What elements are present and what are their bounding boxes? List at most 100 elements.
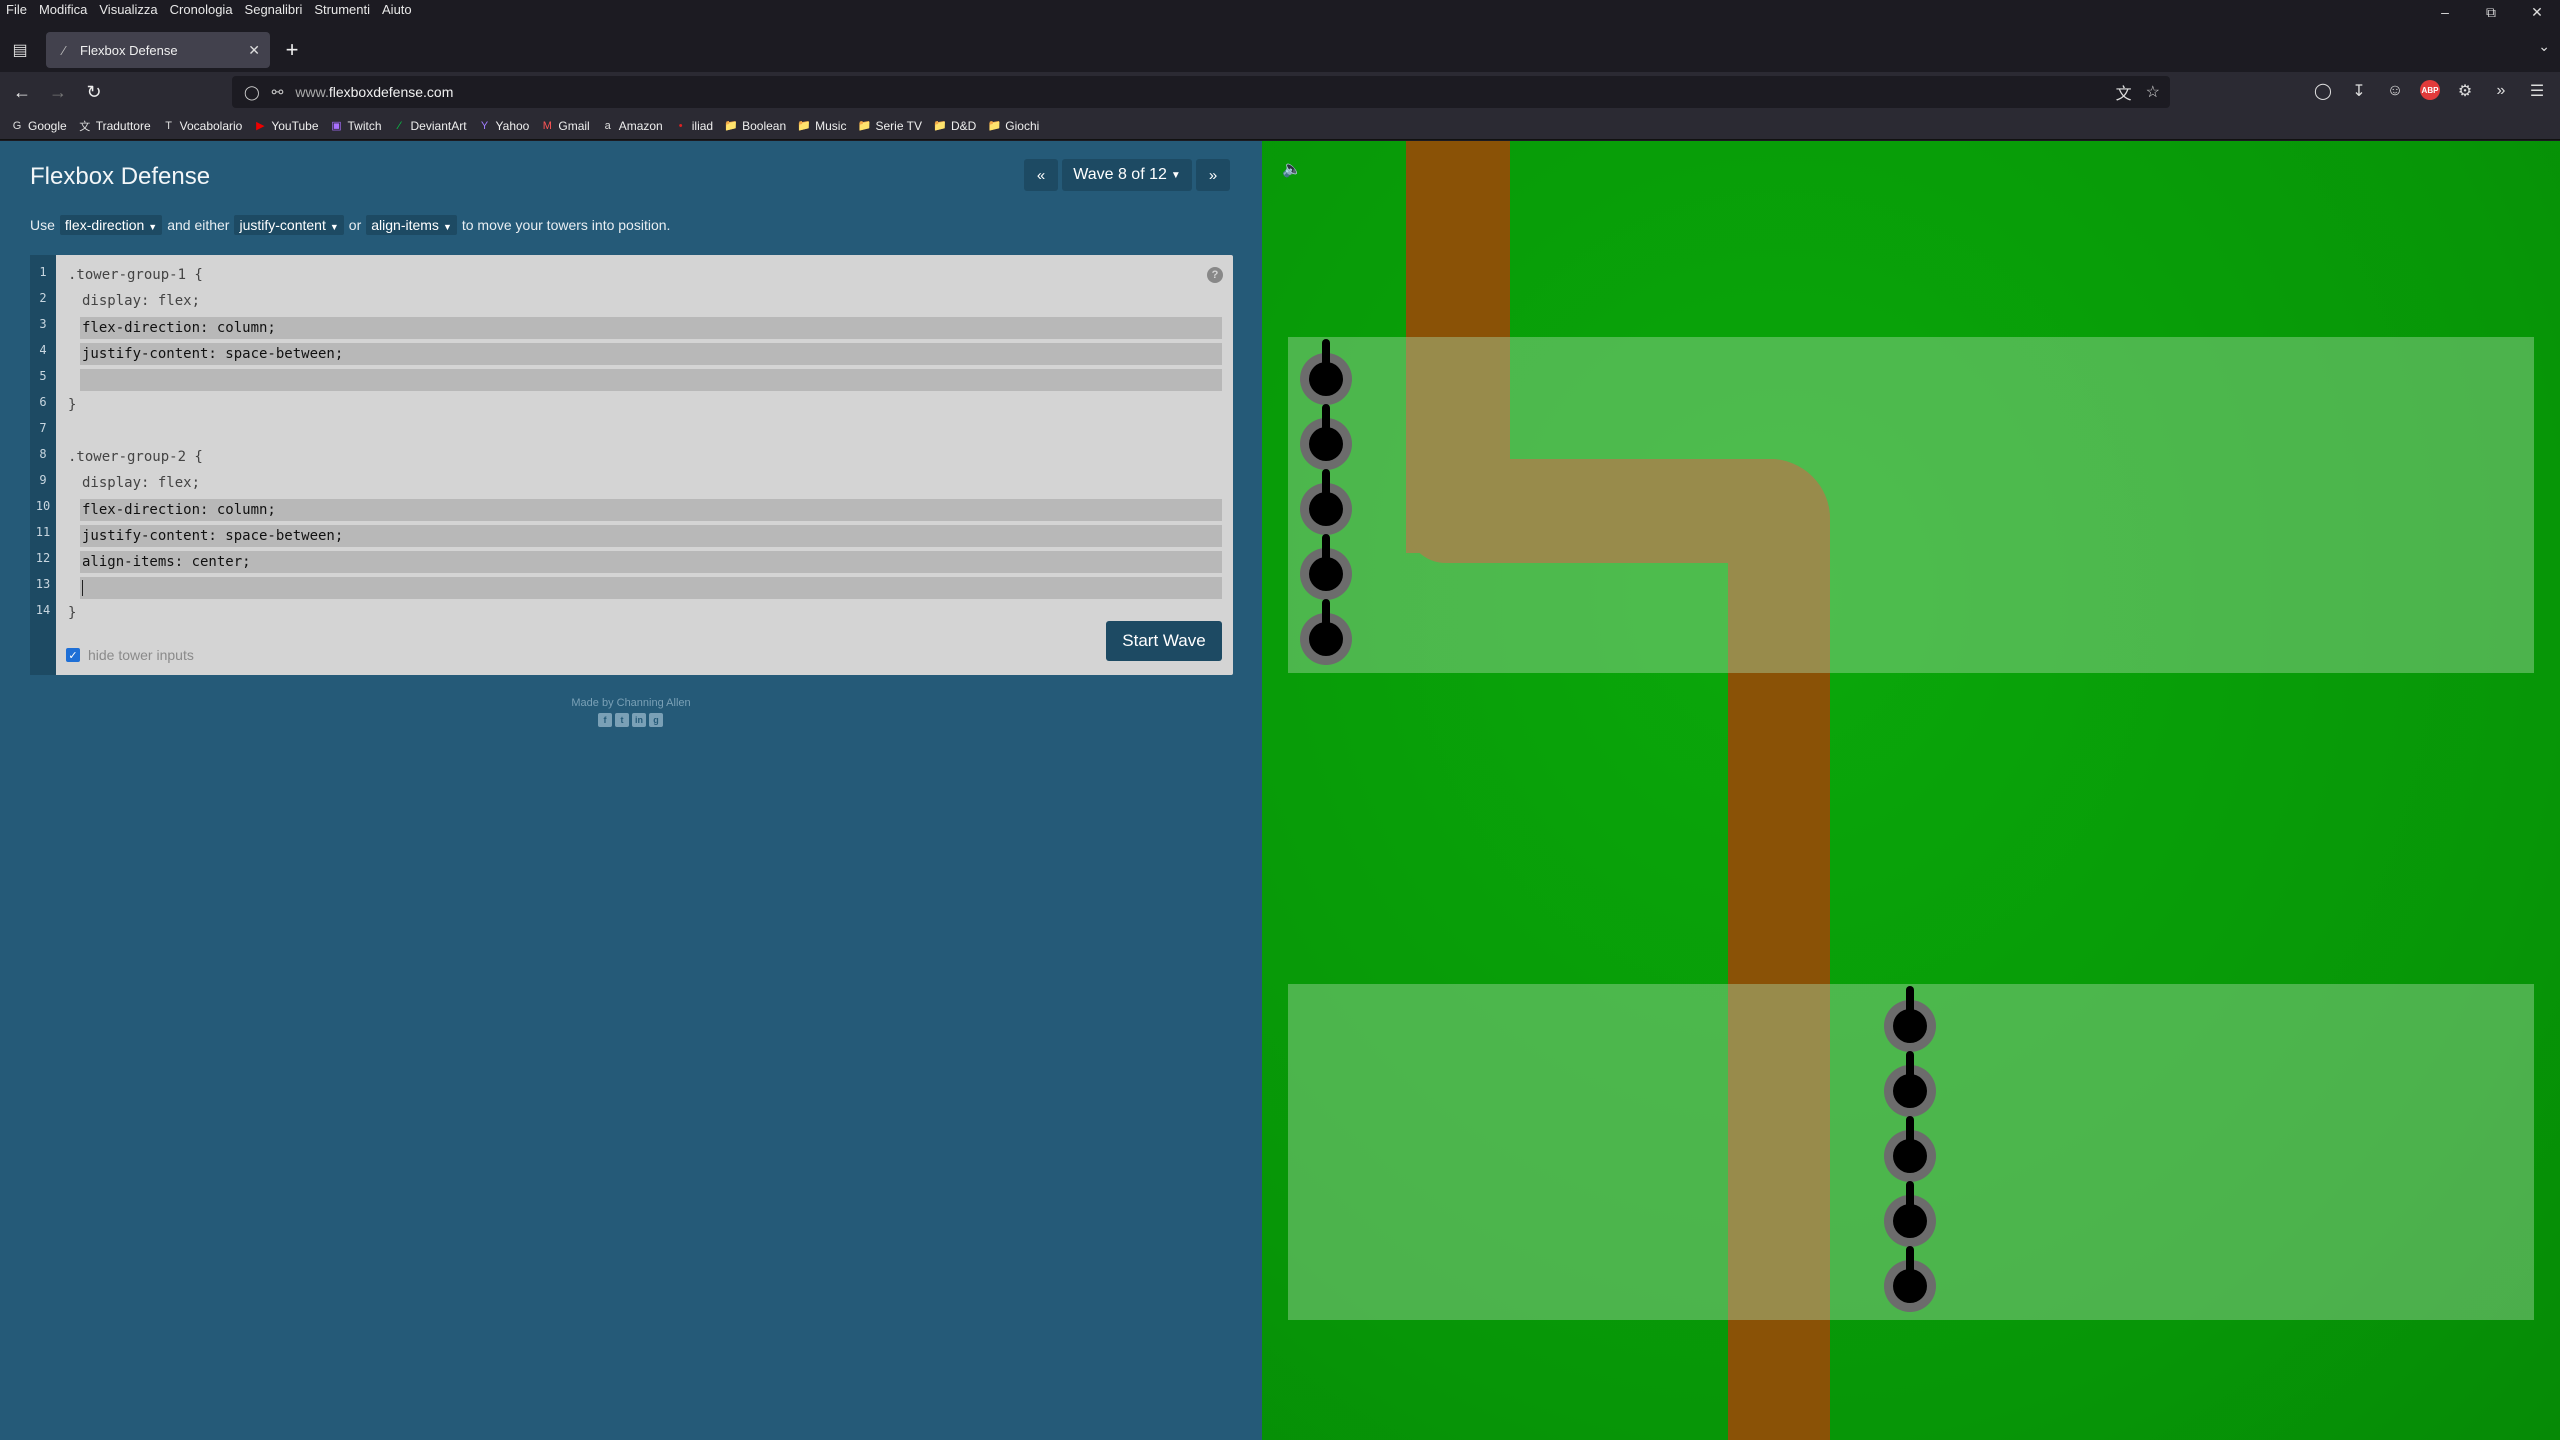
css-input-group-1-line-5[interactable]	[80, 369, 1222, 391]
bookmark-giochi[interactable]: 📁 Giochi	[987, 119, 1039, 133]
bookmark-twitch[interactable]: ▣ Twitch	[330, 119, 381, 133]
bookmark-traduttore[interactable]: 文 Traduttore	[78, 119, 150, 133]
caret-down-icon: ▼	[442, 222, 452, 232]
translate-bookmark-icon: 文	[79, 120, 91, 133]
linkedin-icon[interactable]: in	[632, 713, 646, 727]
start-wave-button[interactable]: Start Wave	[1106, 621, 1222, 661]
flex-direction-dropdown[interactable]: flex-direction ▼	[59, 215, 163, 235]
bookmark-google[interactable]: G Google	[10, 119, 67, 133]
restore-icon[interactable]: ⧉	[2468, 0, 2514, 24]
line-number: 7	[39, 421, 47, 435]
bookmark-star-icon[interactable]: ☆	[2146, 82, 2160, 102]
bookmark-yahoo[interactable]: Y Yahoo	[478, 119, 529, 133]
minimize-icon[interactable]: –	[2422, 0, 2468, 24]
bookmark-vocabolario[interactable]: T Vocabolario	[162, 119, 242, 133]
code-close-brace: }	[68, 605, 77, 621]
line-number: 4	[39, 343, 47, 357]
css-input-group-1-line-3[interactable]: flex-direction: column;	[80, 317, 1222, 339]
window-controls: – ⧉ ✕	[2422, 0, 2560, 24]
next-wave-button[interactable]: »	[1196, 159, 1230, 191]
folder-icon: 📁	[797, 120, 811, 132]
hide-tower-inputs-toggle[interactable]: ✓ hide tower inputs	[66, 647, 194, 663]
twitch-icon: ▣	[331, 120, 342, 132]
bookmark-iliad[interactable]: • iliad	[674, 119, 713, 133]
url-bar[interactable]: ◯ ⚯ www. flexboxdefense.com 文 ☆	[232, 76, 2170, 108]
game-board: 🔈	[1262, 141, 2560, 1440]
justify-content-dropdown[interactable]: justify-content ▼	[234, 215, 344, 235]
menu-file[interactable]: File	[0, 0, 33, 20]
hamburger-menu-icon[interactable]: ☰	[2526, 80, 2548, 102]
extensions-icon[interactable]: ⚙	[2454, 80, 2476, 102]
bookmark-gmail[interactable]: M Gmail	[540, 119, 590, 133]
line-number: 8	[39, 447, 47, 461]
github-icon[interactable]: g	[649, 713, 663, 727]
help-icon[interactable]: ?	[1207, 267, 1223, 283]
code-selector-group-2: .tower-group-2 {	[68, 449, 203, 465]
account-icon[interactable]: ☺	[2384, 80, 2406, 102]
tab-close-icon[interactable]: ✕	[248, 42, 260, 59]
tower	[1884, 1116, 1936, 1182]
close-window-icon[interactable]: ✕	[2514, 0, 2560, 24]
forward-arrow-icon[interactable]: →	[46, 80, 70, 104]
facebook-icon[interactable]: f	[598, 713, 612, 727]
twitter-icon[interactable]: t	[615, 713, 629, 727]
lock-icon[interactable]: ⚯	[272, 84, 284, 101]
bookmark-amazon[interactable]: a Amazon	[601, 119, 663, 133]
bookmark-boolean[interactable]: 📁 Boolean	[724, 119, 786, 133]
tab-list-icon[interactable]: ▤	[8, 38, 32, 62]
youtube-icon: ▶	[256, 120, 265, 132]
nav-bar: ← → ↻ ◯ ⚯ www. flexboxdefense.com 文 ☆ ◯ ↧…	[0, 72, 2560, 112]
bookmark-music[interactable]: 📁 Music	[797, 119, 846, 133]
line-number: 3	[39, 317, 47, 331]
code-close-brace: }	[68, 397, 77, 413]
folder-icon: 📁	[987, 120, 1002, 132]
amazon-icon: a	[604, 119, 611, 132]
menu-cronologia[interactable]: Cronologia	[164, 0, 239, 20]
pocket-icon[interactable]: ◯	[2312, 80, 2334, 102]
line-number: 6	[39, 395, 47, 409]
wave-select-button[interactable]: Wave 8 of 12 ▼	[1062, 159, 1192, 191]
tab-title: Flexbox Defense	[80, 42, 178, 58]
tab-flexbox-defense[interactable]: ⁄ Flexbox Defense ✕	[46, 32, 270, 68]
caret-down-icon: ▼	[329, 222, 339, 232]
css-input-group-2-line-11[interactable]: justify-content: space-between;	[80, 525, 1222, 547]
adblock-icon[interactable]: ABP	[2420, 80, 2440, 100]
tab-overflow-chevron-icon[interactable]: ⌄	[2538, 38, 2550, 55]
css-input-group-2-line-12[interactable]: align-items: center;	[80, 551, 1222, 573]
line-number: 12	[35, 551, 51, 565]
previous-wave-button[interactable]: «	[1024, 159, 1058, 191]
menu-aiuto[interactable]: Aiuto	[376, 0, 418, 20]
shield-icon[interactable]: ◯	[244, 84, 260, 101]
checkbox-checked-icon[interactable]: ✓	[66, 648, 80, 662]
menu-visualizza[interactable]: Visualizza	[93, 0, 163, 20]
downloads-icon[interactable]: ↧	[2348, 80, 2370, 102]
overflow-chevron-icon[interactable]: »	[2490, 80, 2512, 102]
menu-modifica[interactable]: Modifica	[33, 0, 93, 20]
bookmark-deviantart[interactable]: ⁄ DeviantArt	[393, 119, 467, 133]
bookmarks-bar: G Google 文 Traduttore T Vocabolario ▶ YouTub…	[0, 112, 2560, 140]
tower	[1884, 1051, 1936, 1117]
back-arrow-icon[interactable]: ←	[10, 80, 34, 104]
tower	[1300, 599, 1352, 665]
line-number: 1	[39, 265, 47, 279]
reload-icon[interactable]: ↻	[82, 80, 106, 104]
menu-segnalibri[interactable]: Segnalibri	[239, 0, 309, 20]
bookmark-dnd[interactable]: 📁 D&D	[933, 119, 976, 133]
menu-strumenti[interactable]: Strumenti	[308, 0, 376, 20]
speaker-icon[interactable]: 🔈	[1282, 159, 1302, 179]
translate-icon[interactable]: 文	[2116, 80, 2132, 104]
tower	[1884, 1246, 1936, 1312]
css-input-group-2-line-10[interactable]: flex-direction: column;	[80, 499, 1222, 521]
bookmark-youtube[interactable]: ▶ YouTube	[253, 119, 318, 133]
new-tab-icon[interactable]: +	[280, 37, 304, 62]
css-input-group-1-line-4[interactable]: justify-content: space-between;	[80, 343, 1222, 365]
social-links: f t in g	[598, 713, 663, 727]
css-input-group-2-line-13[interactable]	[80, 577, 1222, 599]
line-number-gutter: 1 2 3 4 5 6 7 8 9 10 11 12 13 14	[30, 255, 56, 675]
tower-group-2-area	[1288, 984, 2534, 1320]
flexbox-favicon-icon: ⁄	[62, 42, 66, 58]
caret-down-icon: ▼	[1170, 169, 1181, 181]
align-items-dropdown[interactable]: align-items ▼	[366, 215, 457, 235]
folder-icon: 📁	[724, 120, 738, 132]
bookmark-serie-tv[interactable]: 📁 Serie TV	[857, 119, 922, 133]
